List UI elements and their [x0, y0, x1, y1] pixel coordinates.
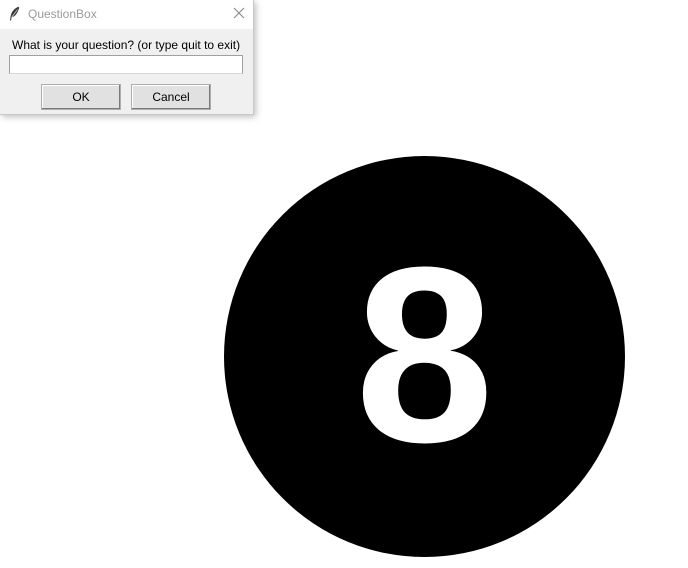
ok-button[interactable]: OK — [41, 84, 121, 110]
question-input[interactable] — [9, 55, 243, 74]
close-icon — [233, 6, 245, 24]
eight-ball-number: 8 — [354, 214, 495, 494]
dialog-titlebar[interactable]: QuestionBox — [0, 0, 253, 29]
dialog-title: QuestionBox — [28, 7, 97, 21]
app-canvas: 8 QuestionBox What is your question? (or… — [0, 0, 688, 568]
close-button[interactable] — [224, 0, 253, 29]
feather-icon — [7, 6, 21, 22]
question-prompt: What is your question? (or type quit to … — [12, 38, 241, 52]
cancel-button[interactable]: Cancel — [131, 84, 211, 110]
question-dialog: QuestionBox What is your question? (or t… — [0, 0, 254, 115]
